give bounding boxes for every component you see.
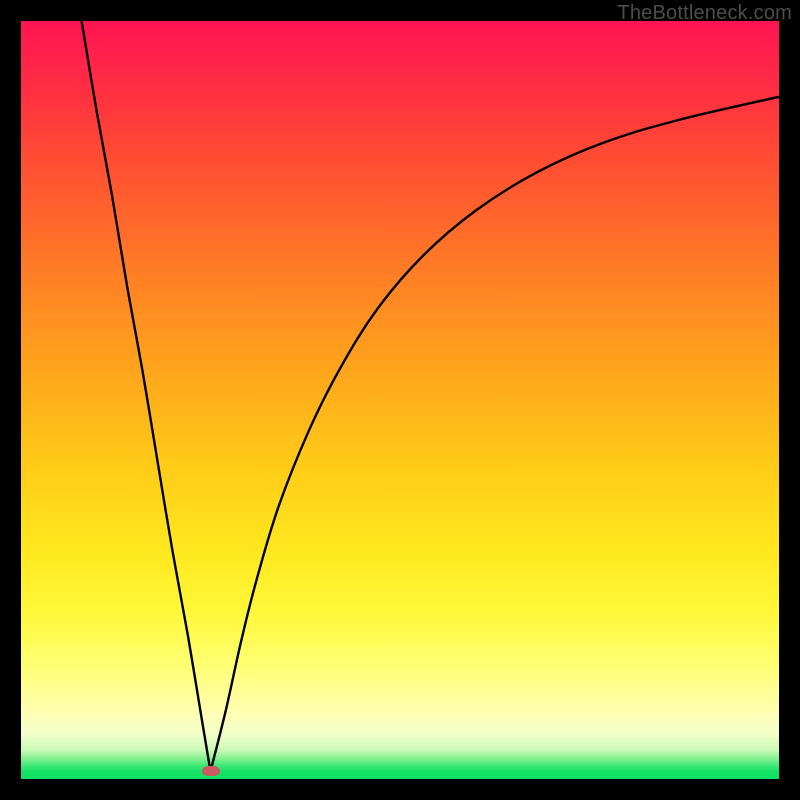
watermark-text: TheBottleneck.com bbox=[617, 2, 792, 25]
plot-area bbox=[21, 21, 779, 779]
curve-left-branch bbox=[82, 21, 211, 771]
bottleneck-curve bbox=[21, 21, 779, 779]
minimum-marker bbox=[202, 766, 220, 776]
curve-right-branch bbox=[211, 97, 780, 772]
chart-frame: TheBottleneck.com bbox=[0, 0, 800, 800]
